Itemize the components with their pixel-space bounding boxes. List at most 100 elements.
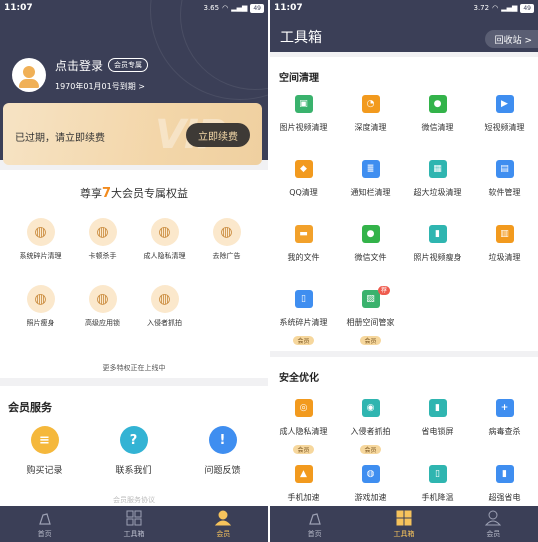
battery-lock-icon: ▮ (428, 399, 447, 417)
shield-icon: + (495, 399, 514, 417)
benefit-label: 去除广告 (212, 252, 241, 260)
tool-item[interactable]: ● 微信文件 (337, 225, 404, 263)
tool-item[interactable]: ◔ 深度清理 (337, 95, 404, 133)
tool-item[interactable]: ▨ 荐相册空间管家 会员 (337, 286, 404, 347)
tool-label: 短视频清理 (484, 123, 525, 132)
tab-home[interactable]: 首页 (0, 506, 89, 542)
tool-item[interactable]: ▶ 短视频清理 (471, 95, 538, 133)
page-title: 工具箱 (280, 30, 322, 46)
tab-label: 工具箱 (393, 529, 415, 538)
benefit-item[interactable]: ◍ 成人隐私清理 (131, 218, 198, 261)
service-item[interactable]: ? 联系我们 (89, 426, 178, 476)
recommend-badge: 荐 (378, 286, 390, 295)
tool-item[interactable]: ▯ 手机降温 (404, 465, 471, 503)
home-broom-icon (307, 510, 323, 526)
tool-item[interactable]: ▮ 照片视频瘦身 (404, 225, 471, 263)
no-ad-icon: ◍ (212, 218, 241, 246)
vip-tag: 会员 (360, 445, 381, 454)
tool-item[interactable]: ▤ 软件管理 (471, 160, 538, 198)
tab-label: 首页 (307, 529, 322, 538)
status-time: 11:07 (274, 3, 303, 13)
recycle-bin-button[interactable]: 回收站 > (484, 30, 538, 48)
home-broom-icon (37, 510, 53, 526)
toolbox-screen: 11:07 3.72 ◠ ▂▄▆ 49 工具箱 回收站 > 空间清理 ▣ 图片视频… (270, 0, 538, 542)
space-cleanup-section: 空间清理 ▣ 图片视频清理 ◔ 深度清理 ● 微信清理 ▶ 短视频清理 ◆ QQ清理 ≣ 通知栏清理 ▦… (270, 57, 538, 351)
tool-item[interactable]: ● 微信清理 (404, 95, 471, 133)
benefit-label: 卡顿杀手 (88, 252, 117, 260)
service-label: 联系我们 (115, 466, 152, 476)
tool-item[interactable]: ▮ 超强省电 (471, 465, 538, 503)
bottom-tab-bar: 首页 工具箱 会员 (270, 506, 538, 542)
tab-label: 工具箱 (123, 529, 145, 538)
avatar-head (23, 66, 35, 78)
tool-label: 系统碎片清理 (279, 318, 328, 327)
tool-item[interactable]: ▥ 垃圾清理 (471, 225, 538, 263)
folder-icon: ▬ (294, 225, 313, 243)
tool-item[interactable]: ◉ 入侵者抓拍会员 (337, 399, 404, 456)
tool-label: 照片视频瘦身 (413, 253, 462, 262)
benefit-label: 成人隐私清理 (143, 252, 186, 260)
tool-item[interactable]: + 病毒查杀 (471, 399, 538, 437)
tool-item[interactable]: ≣ 通知栏清理 (337, 160, 404, 198)
tool-item[interactable]: ▣ 图片视频清理 (270, 95, 337, 133)
tool-label: 入侵者抓拍 (350, 427, 391, 436)
tool-label: 微信文件 (354, 253, 387, 262)
tool-item[interactable]: ◎ 成人隐私清理 会员 (270, 399, 337, 456)
rocket-icon: ▲ (294, 465, 313, 483)
benefits-title: 尊享7大会员专属权益 (79, 186, 189, 201)
gamepad-icon: ◍ (361, 465, 380, 483)
notification-icon: ≣ (361, 160, 380, 178)
tool-label: 病毒查杀 (488, 427, 521, 436)
tool-label: 垃圾清理 (488, 253, 521, 262)
tool-item[interactable]: ▮ 省电锁屏 (404, 399, 471, 437)
benefit-item[interactable]: ◍ 系统碎片清理 (7, 218, 74, 261)
benefit-item[interactable]: ◍ 卡顿杀手 (69, 218, 136, 261)
avatar[interactable] (12, 58, 46, 92)
photo-video-icon: ▣ (294, 95, 313, 113)
login-link[interactable]: 点击登录 (55, 57, 103, 74)
battery-saver-icon: ▮ (495, 465, 514, 483)
benefit-item[interactable]: ◍ 高级应用锁 (69, 285, 136, 328)
camera-face-icon: ◉ (361, 399, 380, 417)
tool-item[interactable]: ▬ 我的文件 (270, 225, 337, 263)
benefit-item[interactable]: ◍ 照片瘦身 (7, 285, 74, 328)
expired-message: 已过期，请立即续费 (15, 133, 105, 144)
more-benefits-text: 更多特权正在上线中 (102, 364, 166, 372)
tool-label: 微信清理 (421, 123, 454, 132)
tool-label: 图片视频清理 (279, 123, 328, 132)
grid-icon (126, 510, 142, 526)
battery-icon: 49 (520, 3, 534, 13)
tool-item[interactable]: ◆ QQ清理 (270, 160, 337, 198)
tab-home[interactable]: 首页 (270, 506, 359, 542)
tab-member[interactable]: 会员 (179, 506, 268, 542)
avatar-body (19, 79, 39, 88)
benefit-item[interactable]: ◍ 入侵者抓拍 (131, 285, 198, 328)
benefit-item[interactable]: ◍ 去除广告 (193, 218, 260, 261)
camera-face-icon: ◍ (150, 285, 179, 313)
tab-toolbox[interactable]: 工具箱 (89, 506, 178, 542)
benefits-panel: 尊享7大会员专属权益 ◍ 系统碎片清理 ◍ 卡顿杀手 ◍ 成人隐私清理 ◍ 去除广告 ◍ 照片瘦身… (0, 170, 268, 378)
agreement-link[interactable]: 会员服务协议 (0, 495, 268, 505)
service-title: 会员服务 (8, 401, 52, 414)
tab-toolbox[interactable]: 工具箱 (359, 506, 448, 542)
tool-label: 超强省电 (488, 493, 521, 502)
tab-label: 会员 (216, 529, 231, 538)
bottom-tab-bar: 首页 工具箱 会员 (0, 506, 268, 542)
grid-icon (396, 510, 412, 526)
tool-item[interactable]: ▦ 超大垃圾清理 (404, 160, 471, 198)
section-title: 安全优化 (279, 373, 319, 384)
renew-button[interactable]: 立即续费 (186, 123, 250, 147)
wifi-icon: ◠ (492, 4, 499, 12)
tool-label: 游戏加速 (354, 493, 387, 502)
user-icon (215, 510, 232, 526)
tool-label: 省电锁屏 (421, 427, 454, 436)
tab-member[interactable]: 会员 (449, 506, 538, 542)
service-item[interactable]: ! 问题反馈 (178, 426, 267, 476)
tool-item[interactable]: ▲ 手机加速 (270, 465, 337, 503)
expire-date-link[interactable]: 1970年01月01号到期 > (55, 81, 145, 92)
app-manage-icon: ▤ (495, 160, 514, 178)
service-item[interactable]: ≡ 购买记录 (0, 426, 89, 476)
tool-item[interactable]: ▯ 系统碎片清理 会员 (270, 290, 337, 347)
tool-item[interactable]: ◍ 游戏加速 (337, 465, 404, 503)
tool-label: QQ清理 (289, 188, 318, 197)
